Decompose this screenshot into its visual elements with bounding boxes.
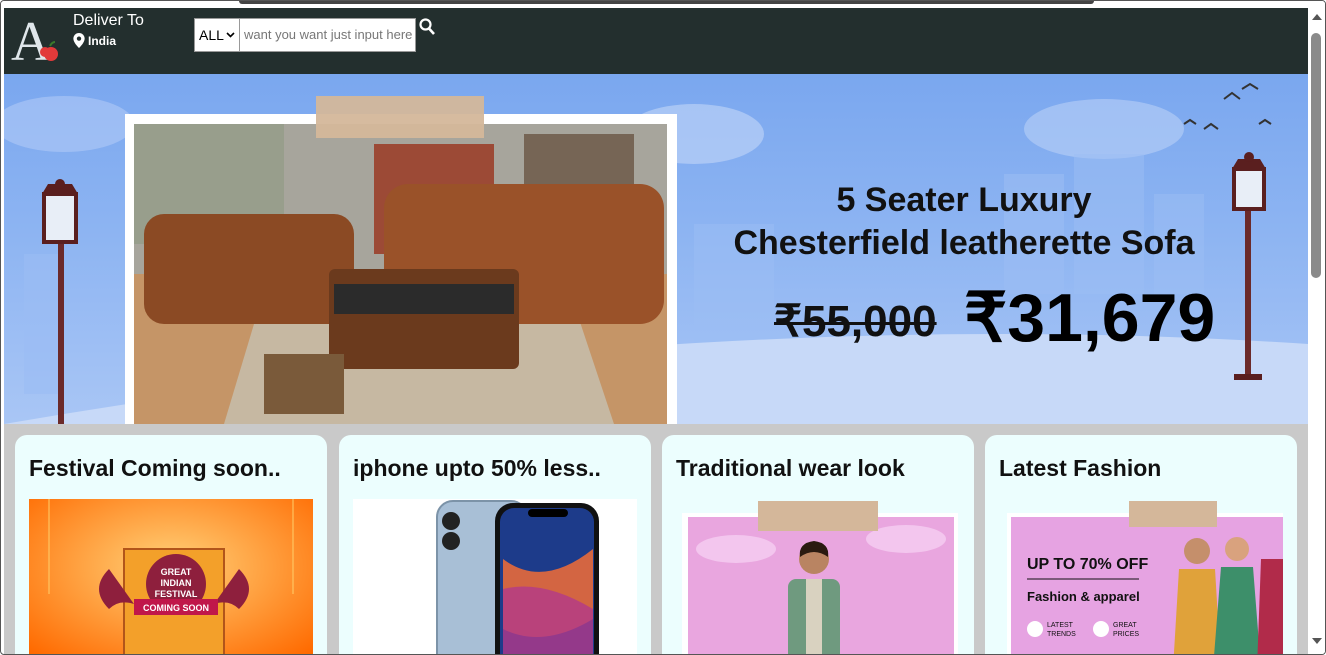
fashion-sub: Fashion & apparel [1027,589,1140,604]
hero-title: 5 Seater Luxury Chesterfield leatherette… [654,179,1274,265]
search-input[interactable]: want you want just input here [240,18,416,52]
festival-banner-image: GREAT INDIAN FESTIVAL COMING SOON [29,499,313,654]
chevron-down-icon [226,32,235,38]
deliver-to[interactable]: Deliver To India [73,12,144,48]
card-title: Festival Coming soon.. [29,455,281,481]
card-title: Latest Fashion [999,455,1162,481]
festival-line1: GREAT [161,567,192,577]
old-price: ₹55,000 [774,297,937,346]
search-bar: ALL want you want just input here [194,18,435,52]
fashion-headline: UP TO 70% OFF [1027,556,1148,573]
top-bar [239,1,1094,4]
fashion-tag2b: PRICES [1113,631,1139,638]
navbar: A Deliver To India ALL want you want jus… [4,8,1308,74]
promo-card-fashion[interactable]: Latest Fashion UP TO 70% OFF Fashion & a… [985,435,1297,654]
category-selected: ALL [199,27,224,43]
scroll-down-arrow-icon[interactable] [1312,638,1322,644]
fashion-tag1b: TRENDS [1047,631,1076,638]
card-title: Traditional wear look [676,455,905,481]
festival-ribbon: COMING SOON [143,603,209,613]
location-label: India [88,33,117,48]
sofa-image [134,124,667,424]
scroll-up-arrow-icon[interactable] [1312,14,1322,20]
hero-title-line2: Chesterfield leatherette Sofa [733,224,1195,262]
promo-cards-section: Festival Coming soon.. GREAT INDIAN FEST… [4,424,1308,654]
iphone-image [353,499,637,654]
festival-line3: FESTIVAL [155,589,198,599]
category-select[interactable]: ALL [194,18,240,52]
traditional-wear-image [676,499,960,654]
browser-viewport: A Deliver To India ALL want you want jus… [0,0,1326,655]
fashion-tag2a: GREAT [1113,622,1137,629]
promo-card-traditional[interactable]: Traditional wear look [662,435,974,654]
fashion-sale-image: UP TO 70% OFF Fashion & apparel LATEST T… [999,499,1283,654]
card-title: iphone upto 50% less.. [353,455,601,481]
fashion-tag1a: LATEST [1047,622,1074,629]
scrollbar-thumb[interactable] [1311,33,1321,278]
top-strip [1,1,1325,8]
new-price: ₹31,679 [964,280,1216,356]
search-icon[interactable] [419,17,435,37]
hero-title-line1: 5 Seater Luxury [836,181,1092,219]
promo-card-iphone[interactable]: iphone upto 50% less.. [339,435,651,654]
vertical-scrollbar[interactable] [1308,8,1325,654]
tape-decoration [316,96,484,138]
festival-line2: INDIAN [161,578,192,588]
logo-icon[interactable]: A [8,10,64,66]
hero-banner[interactable]: 5 Seater Luxury Chesterfield leatherette… [4,74,1308,424]
deliver-to-label: Deliver To [73,12,144,29]
location-pin-icon [73,33,85,48]
promo-card-festival[interactable]: Festival Coming soon.. GREAT INDIAN FEST… [15,435,327,654]
